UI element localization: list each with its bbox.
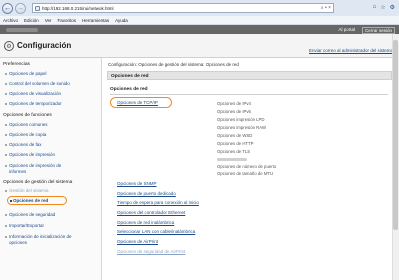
sidebar-item-impresion[interactable]: Opciones de impresión bbox=[9, 152, 55, 158]
tcpip-sub-raw: Opciones impresión RAW bbox=[217, 125, 267, 130]
blurred-item bbox=[217, 158, 247, 161]
sidebar-item-volumen[interactable]: Control del volumen de sonido bbox=[9, 81, 70, 87]
address-url: http://192.168.0.215/rui/netwok.html bbox=[42, 5, 114, 11]
bullet-icon bbox=[5, 165, 7, 167]
sidebar-section-sistema: Opciones de gestión del sistema bbox=[3, 180, 73, 185]
sidebar-item-papel[interactable]: Opciones de papel bbox=[9, 71, 47, 77]
bullet-icon bbox=[5, 154, 7, 156]
tcpip-sub-lpd: Opciones impresión LPD bbox=[217, 117, 265, 122]
menu-ayuda[interactable]: Ayuda bbox=[115, 18, 128, 23]
forward-icon[interactable]: → bbox=[15, 2, 26, 14]
tcpip-sub-http: Opciones de HTTP bbox=[217, 141, 254, 146]
sidebar-item-red[interactable]: Opciones de red bbox=[13, 198, 48, 203]
browser-menu-bar: Archivo Edición Ver Favoritos Herramient… bbox=[0, 16, 399, 25]
link-inalambrica[interactable]: Opciones de red inalámbrica bbox=[117, 220, 174, 225]
sidebar-item-comunes[interactable]: Opciones comunes bbox=[9, 122, 48, 128]
settings-icon: ⚙ bbox=[4, 41, 14, 51]
section-title: Opciones de red bbox=[111, 74, 149, 79]
breadcrumb: Configuración: Opciones de gestión del s… bbox=[108, 62, 239, 67]
link-airprint-seguridad[interactable]: Opciones de seguridad de AirPrint bbox=[117, 249, 185, 254]
bullet-icon bbox=[5, 225, 7, 227]
bullet-icon bbox=[5, 144, 7, 146]
home-icon[interactable]: ⌂ bbox=[373, 4, 377, 11]
page-header: ⚙ Configuración Enviar correo al adminis… bbox=[0, 34, 399, 58]
bullet-icon bbox=[5, 73, 7, 75]
address-bar[interactable]: http://192.168.0.215/rui/netwok.html ⌕ •… bbox=[32, 3, 334, 13]
sidebar-item-importar[interactable]: Importar/Exportar bbox=[9, 223, 44, 229]
tab-area[interactable] bbox=[336, 3, 376, 13]
sidebar-section-funciones: Opciones de funciones bbox=[3, 113, 52, 118]
link-puerto-dedicado[interactable]: Opciones de puerto dedicado bbox=[117, 191, 176, 196]
sidebar-item-fax[interactable]: Opciones de fax bbox=[9, 142, 42, 148]
bullet-icon bbox=[5, 83, 7, 85]
section-header: Opciones de red bbox=[107, 71, 392, 80]
bullet-icon bbox=[5, 190, 7, 192]
sidebar-item-seguridad[interactable]: Opciones de seguridad bbox=[9, 212, 55, 218]
sidebar-section-preferencias: Preferencias bbox=[3, 62, 30, 67]
portal-link[interactable]: Al portal bbox=[338, 27, 355, 32]
subsection-title: Opciones de red bbox=[110, 87, 148, 92]
browser-address-row: ← → http://192.168.0.215/rui/netwok.html… bbox=[0, 0, 399, 16]
menu-herramientas[interactable]: Herramientas bbox=[82, 18, 109, 23]
sidebar-item-temporizador[interactable]: Opciones de temporizador bbox=[9, 101, 62, 107]
sidebar-item-gestion[interactable]: Gestión del sistema bbox=[9, 188, 49, 194]
page-favicon-icon bbox=[35, 5, 40, 11]
link-ethernet[interactable]: Opciones del controlador Ethernet bbox=[117, 210, 185, 215]
tcpip-sub-puerto: Opciones de número de puerto bbox=[217, 164, 277, 169]
scrollbar-thumb[interactable] bbox=[393, 40, 398, 230]
link-lan-seleccion[interactable]: Seleccionar LAN con cable/inalámbrica bbox=[117, 229, 195, 234]
tcpip-sub-ipv4: Opciones de IPv4 bbox=[217, 101, 251, 106]
menu-ver[interactable]: Ver bbox=[45, 18, 52, 23]
window-icons: ⌂ ☆ ⚙ bbox=[373, 4, 395, 11]
bullet-icon bbox=[5, 103, 7, 105]
sidebar-item-inicializacion-cont[interactable]: opciones bbox=[9, 240, 27, 246]
bullet-icon bbox=[5, 236, 7, 238]
device-logo bbox=[6, 27, 38, 32]
tcpip-sub-tls: Opciones de TLS bbox=[217, 149, 251, 154]
link-snmp[interactable]: Opciones de SNMP bbox=[117, 181, 157, 186]
bullet-icon bbox=[5, 124, 7, 126]
tcpip-link[interactable]: Opciones de TCP/IP bbox=[117, 100, 158, 105]
tcpip-sub-wsd: Opciones de WSD bbox=[217, 133, 253, 138]
page-title: Configuración bbox=[17, 41, 72, 50]
sidebar-item-copia[interactable]: Opciones de copia bbox=[9, 132, 46, 138]
tcpip-sub-ipv6: Opciones de IPv6 bbox=[217, 109, 251, 114]
sidebar-item-informes[interactable]: Opciones de impresión de bbox=[9, 163, 61, 169]
menu-edicion[interactable]: Edición bbox=[24, 18, 39, 23]
menu-favoritos[interactable]: Favoritos bbox=[58, 18, 77, 23]
app-logo-bar: Al portal Cerrar sesión bbox=[0, 25, 399, 34]
sidebar-item-inicializacion[interactable]: Información de inicialización de bbox=[9, 234, 72, 240]
star-icon[interactable]: ☆ bbox=[380, 4, 385, 11]
bullet-icon bbox=[10, 200, 12, 202]
bullet-icon bbox=[5, 214, 7, 216]
divider bbox=[110, 94, 388, 95]
menu-archivo[interactable]: Archivo bbox=[3, 18, 18, 23]
mail-admin-link[interactable]: Enviar correo al administrador del siste… bbox=[309, 48, 393, 53]
tcpip-sub-mtu: Opciones de tamaño de MTU bbox=[217, 171, 274, 176]
sidebar-item-visualizacion[interactable]: Opciones de visualización bbox=[9, 91, 61, 97]
bullet-icon bbox=[5, 93, 7, 95]
link-tiempo-espera[interactable]: Tiempo de espera para conexión al inicio bbox=[117, 200, 199, 205]
bullet-icon bbox=[5, 134, 7, 136]
gear-icon[interactable]: ⚙ bbox=[390, 4, 395, 11]
logout-button[interactable]: Cerrar sesión bbox=[361, 26, 395, 34]
address-tools[interactable]: ⌕ • × bbox=[321, 4, 331, 12]
link-airprint[interactable]: Opciones de AirPrint bbox=[117, 239, 158, 244]
sidebar-item-informes-cont[interactable]: informes bbox=[9, 169, 26, 175]
back-icon[interactable]: ← bbox=[2, 2, 13, 14]
